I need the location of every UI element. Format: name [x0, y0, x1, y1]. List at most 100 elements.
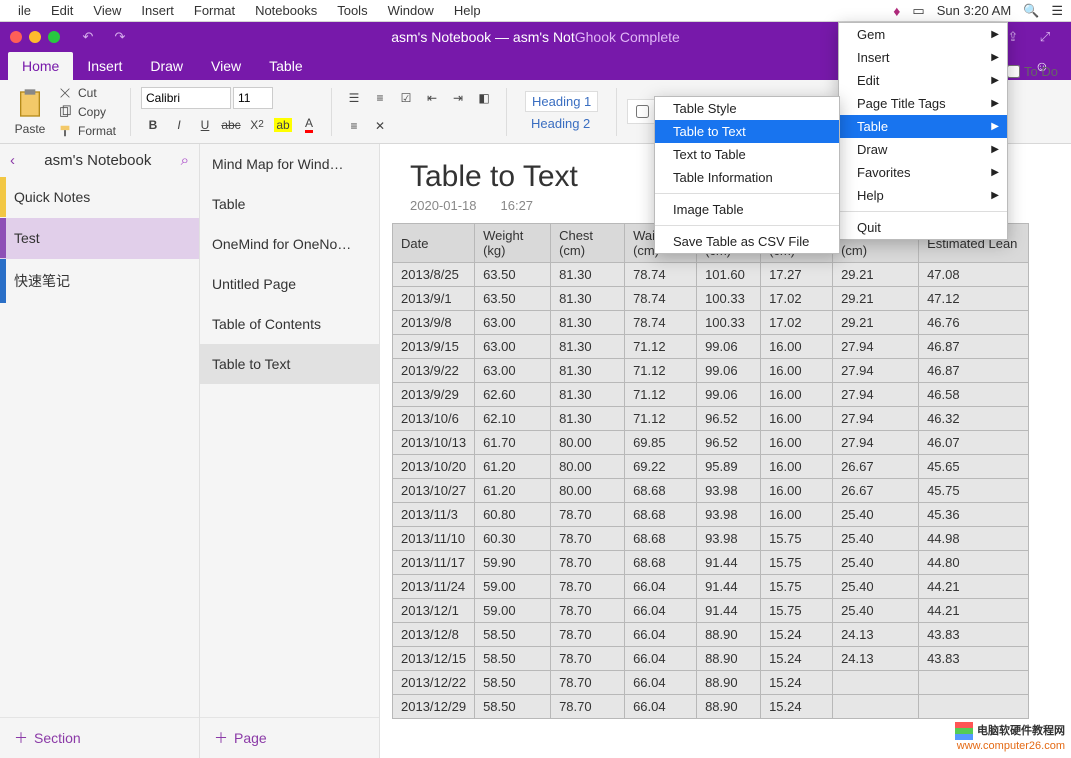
body-table[interactable]: DateWeight (kg)Chest (cm)Waist (cm)Hips …: [392, 223, 1029, 719]
menu-window[interactable]: Window: [378, 3, 444, 18]
font-size[interactable]: [233, 87, 273, 109]
highlight-button[interactable]: ab: [271, 113, 295, 137]
notebook-name[interactable]: asm's Notebook: [15, 152, 181, 169]
table-menu-item[interactable]: Text to Table: [655, 143, 839, 166]
menu-view[interactable]: View: [83, 3, 131, 18]
maximize-button[interactable]: [48, 31, 60, 43]
tab-insert[interactable]: Insert: [73, 52, 136, 80]
todo-checkbox[interactable]: [636, 105, 649, 118]
menu-edit[interactable]: Edit: [41, 3, 83, 18]
indent-button[interactable]: ⇥: [446, 86, 470, 110]
table-row[interactable]: 2013/9/2263.0081.3071.1299.0616.0027.944…: [393, 359, 1029, 383]
fullscreen-button[interactable]: ⤢: [1033, 25, 1057, 49]
paste-button[interactable]: [14, 88, 46, 120]
section-test[interactable]: Test: [0, 218, 199, 259]
gem-menu-item[interactable]: Draw▶: [839, 138, 1007, 161]
gem-menu-item[interactable]: Table▶: [839, 115, 1007, 138]
bullets-button[interactable]: ☰: [342, 86, 366, 110]
outdent-button[interactable]: ⇤: [420, 86, 444, 110]
strike-button[interactable]: abc: [219, 113, 243, 137]
table-row[interactable]: 2013/10/1361.7080.0069.8596.5216.0027.94…: [393, 431, 1029, 455]
table-row[interactable]: 2013/9/2962.6081.3071.1299.0616.0027.944…: [393, 383, 1029, 407]
table-row[interactable]: 2013/12/2258.5078.7066.0488.9015.24: [393, 671, 1029, 695]
table-row[interactable]: 2013/11/360.8078.7068.6893.9816.0025.404…: [393, 503, 1029, 527]
subscript-button[interactable]: X2: [245, 113, 269, 137]
page-item[interactable]: Table to Text: [200, 344, 379, 384]
table-menu-item[interactable]: Table Information: [655, 166, 839, 189]
redo-button[interactable]: ↷: [108, 25, 132, 49]
table-menu-item[interactable]: Table to Text: [655, 120, 839, 143]
search-icon[interactable]: ⌕: [181, 152, 189, 169]
spotlight-icon[interactable]: 🔍: [1023, 3, 1039, 19]
gem-menu-item[interactable]: Insert▶: [839, 46, 1007, 69]
window-controls: [10, 31, 60, 43]
underline-button[interactable]: U: [193, 113, 217, 137]
bold-button[interactable]: B: [141, 113, 165, 137]
table-menu-item[interactable]: Image Table: [655, 198, 839, 221]
minimize-button[interactable]: [29, 31, 41, 43]
checklist-button[interactable]: ☑: [394, 86, 418, 110]
tab-view[interactable]: View: [197, 52, 255, 80]
clear-format-button[interactable]: ✕: [368, 114, 392, 138]
table-row[interactable]: 2013/12/1558.5078.7066.0488.9015.2424.13…: [393, 647, 1029, 671]
eraser-icon[interactable]: ◧: [472, 86, 496, 110]
style-heading1[interactable]: Heading 1: [525, 91, 598, 112]
numbering-button[interactable]: ≡: [368, 86, 392, 110]
table-row[interactable]: 2013/10/2061.2080.0069.2295.8916.0026.67…: [393, 455, 1029, 479]
format-painter-button[interactable]: Format: [54, 122, 120, 140]
italic-button[interactable]: I: [167, 113, 191, 137]
tab-draw[interactable]: Draw: [136, 52, 197, 80]
gem-menu-item[interactable]: Help▶: [839, 184, 1007, 207]
gem-menu-item[interactable]: Favorites▶: [839, 161, 1007, 184]
section-cn[interactable]: 快速笔记: [0, 259, 199, 304]
page-item[interactable]: Mind Map for Wind…: [200, 144, 379, 184]
add-section-button[interactable]: ＋Section: [0, 717, 199, 758]
table-row[interactable]: 2013/8/2563.5081.3078.74101.6017.2729.21…: [393, 263, 1029, 287]
todo-tag-2[interactable]: To Do: [1007, 64, 1067, 79]
close-button[interactable]: [10, 31, 22, 43]
tab-home[interactable]: Home: [8, 52, 73, 80]
table-menu-item[interactable]: Save Table as CSV File: [655, 230, 839, 253]
display-icon[interactable]: ▭: [912, 3, 924, 19]
table-row[interactable]: 2013/12/159.0078.7066.0491.4415.7525.404…: [393, 599, 1029, 623]
menu-tools[interactable]: Tools: [327, 3, 377, 18]
table-row[interactable]: 2013/11/1759.9078.7068.6891.4415.7525.40…: [393, 551, 1029, 575]
table-row[interactable]: 2013/12/858.5078.7066.0488.9015.2424.134…: [393, 623, 1029, 647]
page-item[interactable]: Table of Contents: [200, 304, 379, 344]
menu-help[interactable]: Help: [444, 3, 491, 18]
undo-button[interactable]: ↶: [76, 25, 100, 49]
col-header: Chest (cm): [551, 224, 625, 263]
table-row[interactable]: 2013/10/662.1081.3071.1296.5216.0027.944…: [393, 407, 1029, 431]
menu-format[interactable]: Format: [184, 3, 245, 18]
table-menu-item[interactable]: Table Style: [655, 97, 839, 120]
align-button[interactable]: ≡: [342, 114, 366, 138]
gem-menu-item[interactable]: Edit▶: [839, 69, 1007, 92]
table-row[interactable]: 2013/9/163.5081.3078.74100.3317.0229.214…: [393, 287, 1029, 311]
tab-table[interactable]: Table: [255, 52, 316, 80]
menu-notebooks[interactable]: Notebooks: [245, 3, 327, 18]
menu-ile[interactable]: ile: [8, 3, 41, 18]
table-row[interactable]: 2013/9/863.0081.3078.74100.3317.0229.214…: [393, 311, 1029, 335]
style-heading2[interactable]: Heading 2: [525, 114, 598, 133]
table-row[interactable]: 2013/9/1563.0081.3071.1299.0616.0027.944…: [393, 335, 1029, 359]
gem-menu-item[interactable]: Quit: [839, 216, 1007, 239]
font-select[interactable]: [141, 87, 231, 109]
table-row[interactable]: 2013/11/1060.3078.7068.6893.9815.7525.40…: [393, 527, 1029, 551]
add-page-button[interactable]: ＋Page: [200, 717, 379, 758]
gem-menu-item[interactable]: Page Title Tags▶: [839, 92, 1007, 115]
table-row[interactable]: 2013/11/2459.0078.7066.0491.4415.7525.40…: [393, 575, 1029, 599]
cut-button[interactable]: Cut: [54, 84, 120, 102]
section-quick[interactable]: Quick Notes: [0, 177, 199, 218]
table-row[interactable]: 2013/10/2761.2080.0068.6893.9816.0026.67…: [393, 479, 1029, 503]
menu-insert[interactable]: Insert: [131, 3, 184, 18]
page-item[interactable]: OneMind for OneNo…: [200, 224, 379, 264]
gem-menu-item[interactable]: Gem▶: [839, 23, 1007, 46]
font-color-button[interactable]: A: [297, 113, 321, 137]
styles-gallery[interactable]: Heading 1 Heading 2: [517, 87, 606, 137]
page-item[interactable]: Table: [200, 184, 379, 224]
table-row[interactable]: 2013/12/2958.5078.7066.0488.9015.24: [393, 695, 1029, 719]
copy-button[interactable]: Copy: [54, 103, 120, 121]
page-item[interactable]: Untitled Page: [200, 264, 379, 304]
gem-tray-icon[interactable]: ♦: [893, 3, 900, 19]
menu-list-icon[interactable]: ☰: [1051, 3, 1063, 19]
